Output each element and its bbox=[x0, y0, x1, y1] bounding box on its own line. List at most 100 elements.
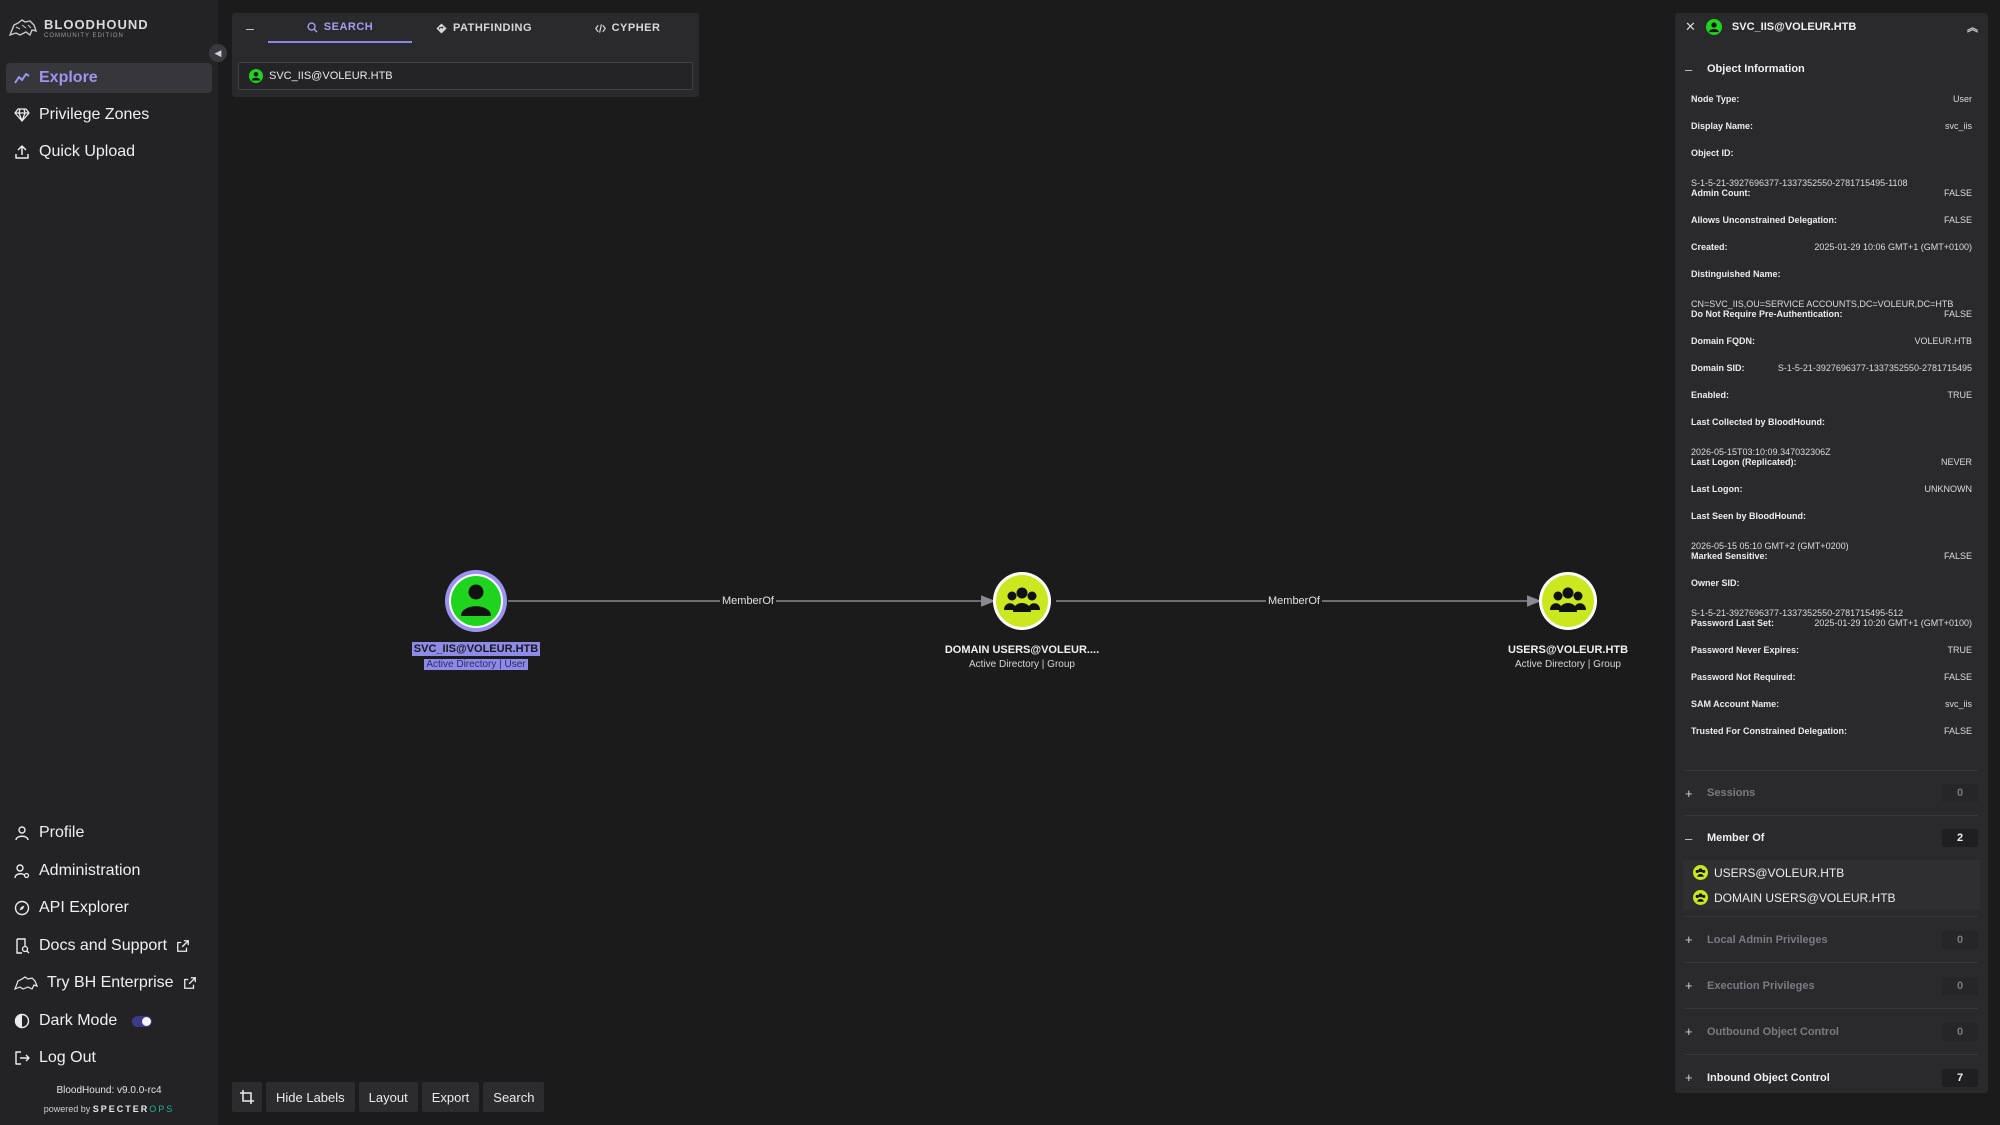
tab-search-label: SEARCH bbox=[323, 21, 374, 33]
graph-svg bbox=[445, 570, 1597, 632]
prop-password-last-set: Password Last Set: 2025-01-29 10:20 GMT+1… bbox=[1691, 618, 1972, 628]
nav-dark-mode[interactable]: Dark Mode bbox=[6, 1006, 212, 1036]
prop-created: Created: 2025-01-29 10:06 GMT+1 (GMT+0100… bbox=[1691, 242, 1972, 252]
sessions-label: Sessions bbox=[1707, 787, 1756, 799]
edge-label-memberof-1[interactable]: MemberOf bbox=[720, 595, 776, 607]
group-badge-icon bbox=[1693, 865, 1708, 880]
nav-explore[interactable]: Explore bbox=[6, 63, 212, 93]
chevron-left-icon: ◀ bbox=[214, 47, 222, 58]
nav-docs-support-label: Docs and Support bbox=[39, 937, 168, 954]
prop-display-name: Display Name: svc_iis bbox=[1691, 121, 1972, 131]
member-of-list: USERS@VOLEUR.HTB DOMAIN USERS@VOLEUR.HTB bbox=[1675, 860, 1988, 910]
object-properties: Node Type: User Display Name: svc_iis Obje… bbox=[1675, 94, 1988, 753]
execution-privileges-section[interactable]: + Execution Privileges 0 bbox=[1675, 963, 1988, 1008]
nav-try-bh-enterprise[interactable]: Try BH Enterprise bbox=[6, 968, 212, 998]
nav-quick-upload[interactable]: Quick Upload bbox=[6, 137, 212, 167]
minimize-search-button[interactable]: – bbox=[232, 20, 268, 36]
sessions-section[interactable]: + Sessions 0 bbox=[1675, 771, 1988, 815]
member-of-item-label: DOMAIN USERS@VOLEUR.HTB bbox=[1714, 890, 1896, 905]
nav-administration-label: Administration bbox=[39, 862, 141, 879]
outbound-control-section[interactable]: + Outbound Object Control 0 bbox=[1675, 1009, 1988, 1054]
nav-privilege-zones[interactable]: Privilege Zones bbox=[6, 100, 212, 130]
crop-button[interactable] bbox=[232, 1082, 262, 1112]
prop-last-logon: Last Logon: UNKNOWN bbox=[1691, 484, 1972, 494]
hound-logo-icon bbox=[8, 19, 38, 37]
prop-object-id: Object ID: S-1-5-21-3927696377-1337352550… bbox=[1691, 148, 1908, 188]
member-of-label: Member Of bbox=[1707, 832, 1765, 844]
external-link-icon bbox=[183, 977, 196, 989]
outbound-control-count: 0 bbox=[1942, 1022, 1978, 1041]
nav-profile[interactable]: Profile bbox=[6, 818, 212, 848]
group-badge-icon bbox=[1693, 890, 1708, 905]
double-chevron-up-icon: ︽ bbox=[1967, 22, 1978, 34]
member-of-section[interactable]: – Member Of 2 bbox=[1675, 816, 1988, 860]
edge-label-memberof-2[interactable]: MemberOf bbox=[1266, 595, 1322, 607]
close-panel-button[interactable]: ✕ bbox=[1685, 19, 1696, 35]
node-label-users: USERS@VOLEUR.HTB bbox=[1507, 644, 1629, 656]
list-item[interactable]: USERS@VOLEUR.HTB bbox=[1683, 860, 1980, 885]
object-information-header[interactable]: – Object Information bbox=[1675, 54, 1988, 84]
expand-plus-icon: + bbox=[1685, 932, 1693, 947]
bloodhound-logo[interactable]: BLOODHOUND COMMUNITY EDITION bbox=[8, 17, 149, 39]
member-of-count: 2 bbox=[1942, 829, 1978, 847]
nav-dark-mode-label: Dark Mode bbox=[39, 1012, 118, 1029]
inbound-control-section[interactable]: + Inbound Object Control 7 bbox=[1675, 1055, 1988, 1093]
prop-admin-count: Admin Count: FALSE bbox=[1691, 188, 1972, 198]
hide-labels-button[interactable]: Hide Labels bbox=[266, 1082, 355, 1112]
object-information-title: Object Information bbox=[1707, 63, 1805, 75]
tab-cypher[interactable]: CYPHER bbox=[556, 13, 699, 43]
layout-button[interactable]: Layout bbox=[358, 1082, 418, 1112]
prop-password-never-expires: Password Never Expires: TRUE bbox=[1691, 645, 1972, 655]
hound-icon bbox=[14, 976, 38, 991]
expand-plus-icon: + bbox=[1685, 785, 1693, 801]
prop-enabled: Enabled: TRUE bbox=[1691, 390, 1972, 400]
collapse-panel-button[interactable]: ︽ bbox=[1967, 19, 1978, 35]
search-panel: – SEARCH PATHFINDING CYPHER SVC_IIS@VOLE… bbox=[232, 13, 699, 97]
tab-pathfinding-label: PATHFINDING bbox=[452, 22, 533, 34]
crop-icon bbox=[240, 1090, 254, 1104]
prop-password-not-required: Password Not Required: FALSE bbox=[1691, 672, 1972, 682]
nav-docs-support[interactable]: Docs and Support bbox=[6, 931, 212, 961]
node-users[interactable] bbox=[1539, 572, 1597, 630]
prop-unconstrained-delegation: Allows Unconstrained Delegation: FALSE bbox=[1691, 215, 1972, 225]
user-badge-icon bbox=[1705, 19, 1722, 35]
prop-node-type: Node Type: User bbox=[1691, 94, 1972, 104]
tab-cypher-label: CYPHER bbox=[611, 22, 661, 34]
search-icon bbox=[307, 21, 318, 33]
nav-explore-label: Explore bbox=[39, 69, 98, 86]
search-button[interactable]: Search bbox=[483, 1082, 545, 1112]
code-icon bbox=[594, 23, 606, 33]
export-button[interactable]: Export bbox=[421, 1082, 480, 1112]
node-domain-users[interactable] bbox=[993, 572, 1051, 630]
node-sub-users: Active Directory | Group bbox=[1515, 659, 1621, 670]
external-link-icon bbox=[177, 940, 189, 952]
graph-canvas[interactable]: MemberOf MemberOf SVC_IIS@VOLEUR.HTB Act… bbox=[218, 0, 1668, 1125]
tab-pathfinding[interactable]: PATHFINDING bbox=[412, 13, 556, 43]
user-badge-icon bbox=[249, 69, 263, 83]
list-item[interactable]: DOMAIN USERS@VOLEUR.HTB bbox=[1683, 885, 1980, 910]
execution-privileges-label: Execution Privileges bbox=[1707, 979, 1815, 992]
local-admin-label: Local Admin Privileges bbox=[1707, 933, 1828, 946]
sidebar-collapse-button[interactable]: ◀ bbox=[209, 44, 227, 62]
local-admin-section[interactable]: + Local Admin Privileges 0 bbox=[1675, 917, 1988, 962]
sessions-count: 0 bbox=[1942, 784, 1978, 802]
nav-log-out-label: Log Out bbox=[39, 1049, 96, 1066]
search-input[interactable]: SVC_IIS@VOLEUR.HTB bbox=[238, 62, 693, 90]
tab-search[interactable]: SEARCH bbox=[268, 13, 412, 43]
nav-api-explorer[interactable]: API Explorer bbox=[6, 893, 212, 923]
prop-sam-account-name: SAM Account Name: svc_iis bbox=[1691, 699, 1972, 709]
node-sub-domain-users: Active Directory | Group bbox=[969, 659, 1075, 670]
sidebar: BLOODHOUND COMMUNITY EDITION Explore Pri… bbox=[0, 0, 218, 1125]
ops-brand: OPS bbox=[149, 1104, 175, 1114]
prop-marked-sensitive: Marked Sensitive: FALSE bbox=[1691, 551, 1972, 561]
powered-by-prefix: powered by bbox=[43, 1104, 91, 1114]
prop-owner-sid: Owner SID: S-1-5-21-3927696377-1337352550… bbox=[1691, 578, 1904, 618]
user-icon bbox=[15, 826, 29, 841]
prop-no-preauth: Do Not Require Pre-Authentication: FALSE bbox=[1691, 309, 1972, 319]
book-search-icon bbox=[16, 938, 30, 954]
prop-last-collected: Last Collected by BloodHound: 2026-05-15T… bbox=[1691, 417, 1831, 457]
node-svc-iis[interactable] bbox=[445, 570, 507, 632]
dark-mode-toggle[interactable] bbox=[132, 1015, 153, 1027]
nav-administration[interactable]: Administration bbox=[6, 856, 212, 886]
nav-log-out[interactable]: Log Out bbox=[6, 1043, 212, 1073]
